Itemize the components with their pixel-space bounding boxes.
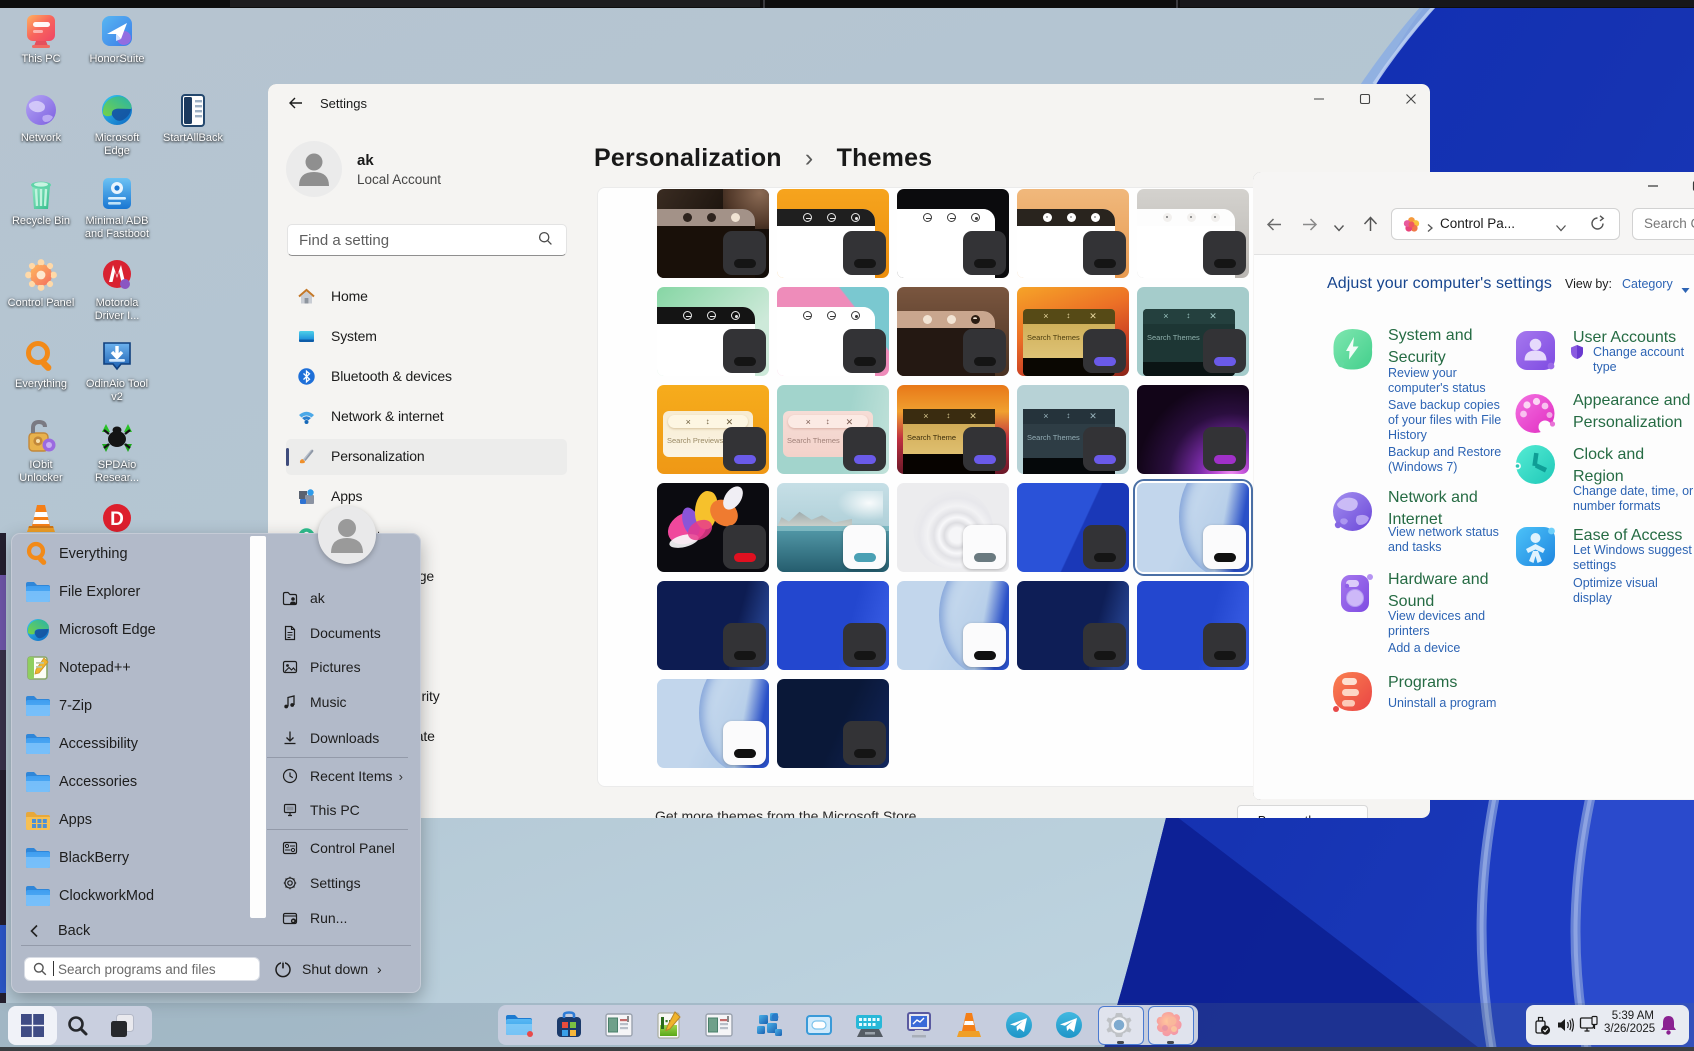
- svg-text:D: D: [110, 509, 124, 530]
